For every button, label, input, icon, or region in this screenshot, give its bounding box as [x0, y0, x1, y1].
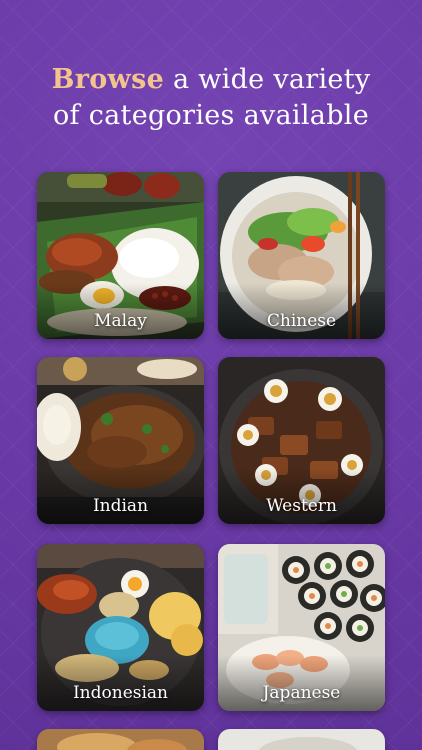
headline: Browse a wide variety of categories avai… — [0, 62, 422, 134]
food-image — [218, 729, 385, 750]
category-card-partial-right[interactable] — [218, 729, 385, 750]
headline-line-1: Browse a wide variety — [0, 62, 422, 98]
category-card-japanese[interactable]: Japanese — [218, 544, 385, 711]
category-card-western[interactable]: Western — [218, 357, 385, 524]
screen: Browse a wide variety of categories avai… — [0, 0, 422, 750]
headline-rest: a wide variety — [164, 64, 371, 95]
category-label: Indian — [92, 496, 149, 516]
category-card-malay[interactable]: Malay — [37, 172, 204, 339]
category-label: Chinese — [266, 311, 337, 331]
category-card-indian[interactable]: Indian — [37, 357, 204, 524]
category-card-chinese[interactable]: Chinese — [218, 172, 385, 339]
category-label: Western — [266, 496, 337, 516]
headline-line-2: of categories available — [53, 100, 369, 131]
headline-accent: Browse — [51, 64, 165, 95]
food-image — [37, 729, 204, 750]
category-label: Malay — [94, 311, 147, 331]
category-label: Japanese — [262, 683, 341, 703]
category-card-partial-left[interactable] — [37, 729, 204, 750]
category-label: Indonesian — [72, 683, 169, 703]
category-card-indonesian[interactable]: Indonesian — [37, 544, 204, 711]
